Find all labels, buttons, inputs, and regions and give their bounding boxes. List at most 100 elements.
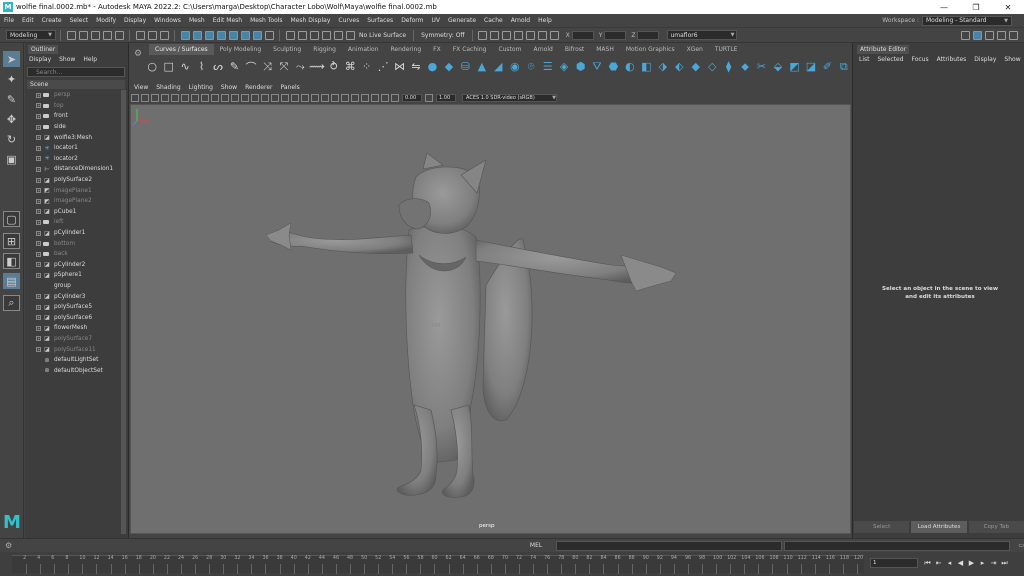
outliner-item[interactable]: + ⊢ distanceDimension1 xyxy=(27,164,121,175)
menu-uv[interactable]: UV xyxy=(428,17,445,24)
persp-graph-layout-icon[interactable]: ▤ xyxy=(3,273,20,289)
expand-icon[interactable]: + xyxy=(36,325,41,331)
paint-select-tool-icon[interactable]: ✎ xyxy=(3,91,20,107)
menu-arnold[interactable]: Arnold xyxy=(507,17,534,24)
reverse-curve-icon[interactable]: ⇋ xyxy=(410,60,422,73)
four-view-layout-icon[interactable]: ⊞ xyxy=(3,233,20,249)
viewport-menu-view[interactable]: View xyxy=(130,84,152,91)
show-tool-settings-icon[interactable] xyxy=(985,30,994,40)
copy-tab-button[interactable]: Copy Tab xyxy=(968,521,1024,533)
play-backward-icon[interactable]: ◀ xyxy=(955,559,966,567)
smooth-shade-icon[interactable] xyxy=(271,93,279,102)
field-chart-icon[interactable] xyxy=(231,93,239,102)
anti-aliasing-icon[interactable] xyxy=(341,93,349,102)
nurbs-plane-icon[interactable]: ◢ xyxy=(492,60,504,73)
user-account-field[interactable]: umaflor6 ▼ xyxy=(667,30,738,40)
select-render-icon[interactable] xyxy=(252,30,262,40)
film-gate-icon[interactable] xyxy=(201,93,209,102)
offset-curve-icon[interactable]: ⥁ xyxy=(328,60,340,73)
gear-icon[interactable]: ⚙ xyxy=(5,541,15,550)
outliner-item[interactable]: + ◪ polySurface7 xyxy=(27,334,121,345)
select-misc-icon[interactable] xyxy=(264,30,274,40)
nurbs-circle-icon[interactable]: ○ xyxy=(146,60,158,73)
shelf-tab-xgen[interactable]: XGen xyxy=(681,44,709,55)
outliner-item[interactable]: + side xyxy=(27,122,121,133)
nurbs-cylinder-icon[interactable]: ⛁ xyxy=(459,60,471,73)
scrollbar-thumb[interactable] xyxy=(121,90,126,534)
expand-icon[interactable]: + xyxy=(36,209,41,215)
expand-icon[interactable]: + xyxy=(36,315,41,321)
select-camera-icon[interactable] xyxy=(131,93,139,102)
birail-icon[interactable]: ⛛ xyxy=(591,60,603,73)
outliner-item[interactable]: + ◪ wolfie3:Mesh xyxy=(27,132,121,143)
shelf-tab-poly-modeling[interactable]: Poly Modeling xyxy=(214,44,268,55)
outliner-item[interactable]: + ◩ imagePlane2 xyxy=(27,196,121,207)
ipr-render-icon[interactable] xyxy=(490,30,500,40)
snap-surface-icon[interactable] xyxy=(333,30,343,40)
menu-select[interactable]: Select xyxy=(66,17,93,24)
outliner-scene-dropdown[interactable]: Scene xyxy=(27,80,125,89)
surface-editing-icon[interactable]: ⧉ xyxy=(838,60,850,73)
menu-generate[interactable]: Generate xyxy=(444,17,480,24)
outliner-item[interactable]: + ◪ pCube1 xyxy=(27,207,121,218)
snap-point-icon[interactable] xyxy=(309,30,319,40)
new-scene-icon[interactable] xyxy=(66,30,76,40)
expand-icon[interactable]: + xyxy=(36,347,41,353)
outliner-item[interactable]: + ✳ locator1 xyxy=(27,143,121,154)
ep-curve-icon[interactable]: ∿ xyxy=(179,60,191,73)
bevel-plus-icon[interactable]: ⬣ xyxy=(607,60,619,73)
outliner-item[interactable]: + ◪ pCylinder3 xyxy=(27,291,121,302)
expand-icon[interactable]: + xyxy=(36,304,41,310)
expand-icon[interactable]: + xyxy=(36,251,41,257)
menu-file[interactable]: File xyxy=(0,17,18,24)
2d-pan-zoom-icon[interactable] xyxy=(171,93,179,102)
outliner-item[interactable]: + top xyxy=(27,101,121,112)
go-to-end-icon[interactable]: ⏭ xyxy=(999,559,1010,568)
expand-icon[interactable]: + xyxy=(36,166,41,172)
expand-icon[interactable]: + xyxy=(36,230,41,236)
outliner-item[interactable]: group xyxy=(27,281,121,292)
shelf-tab-fx[interactable]: FX xyxy=(427,44,447,55)
shelf-menu-icon[interactable]: ⚙ xyxy=(134,49,144,75)
ambient-occlusion-icon[interactable] xyxy=(321,93,329,102)
menu-mesh-display[interactable]: Mesh Display xyxy=(287,17,335,24)
select-curve-icon[interactable] xyxy=(204,30,214,40)
expand-icon[interactable]: + xyxy=(36,219,41,225)
expand-icon[interactable]: + xyxy=(36,241,41,247)
shadows-icon[interactable] xyxy=(311,93,319,102)
outliner-item[interactable]: + front xyxy=(27,111,121,122)
y-field[interactable] xyxy=(604,30,627,40)
safe-action-icon[interactable] xyxy=(241,93,249,102)
menu-windows[interactable]: Windows xyxy=(150,17,185,24)
script-editor-icon[interactable]: ▭ xyxy=(1018,542,1024,549)
select-hierarchy-icon[interactable] xyxy=(135,30,145,40)
expand-icon[interactable]: + xyxy=(36,156,41,162)
boundary-icon[interactable]: ◐ xyxy=(624,60,636,73)
outliner-tab[interactable]: Outliner xyxy=(28,45,58,54)
lasso-tool-icon[interactable]: ✦ xyxy=(3,71,20,87)
step-back-frame-icon[interactable]: ◂ xyxy=(944,559,955,567)
close-button[interactable]: ✕ xyxy=(992,0,1024,14)
outliner-menu-help[interactable]: Help xyxy=(79,55,101,64)
outliner-item[interactable]: + ◪ pSphere1 xyxy=(27,270,121,281)
cv-curve-icon[interactable]: ⌇ xyxy=(195,60,207,73)
symmetry-select[interactable]: Symmetry: Off xyxy=(421,32,464,39)
exposure-field[interactable]: 0.00 xyxy=(402,93,422,102)
perspective-viewport[interactable]: 186 persp xyxy=(130,104,851,534)
attach-curves-icon[interactable]: ⤨ xyxy=(261,60,273,73)
nurbs-cube-icon[interactable]: ◆ xyxy=(443,60,455,73)
outliner-item[interactable]: + ◪ polySurface6 xyxy=(27,312,121,323)
detach-surfaces-icon[interactable]: ⬥ xyxy=(739,60,751,73)
select-dynamic-icon[interactable] xyxy=(240,30,250,40)
menu-help[interactable]: Help xyxy=(534,17,556,24)
render-view-icon[interactable] xyxy=(526,30,536,40)
expand-icon[interactable]: + xyxy=(36,198,41,204)
ae-menu-focus[interactable]: Focus xyxy=(908,55,933,64)
shelf-tab-custom[interactable]: Custom xyxy=(492,44,527,55)
menu-mesh-tools[interactable]: Mesh Tools xyxy=(246,17,286,24)
playback-icon[interactable] xyxy=(538,30,548,40)
persp-outliner-layout-icon[interactable]: ◧ xyxy=(3,253,20,269)
xray-joints-icon[interactable] xyxy=(371,93,379,102)
nurbs-torus-icon[interactable]: ◉ xyxy=(509,60,521,73)
shelf-tab-mash[interactable]: MASH xyxy=(590,44,620,55)
